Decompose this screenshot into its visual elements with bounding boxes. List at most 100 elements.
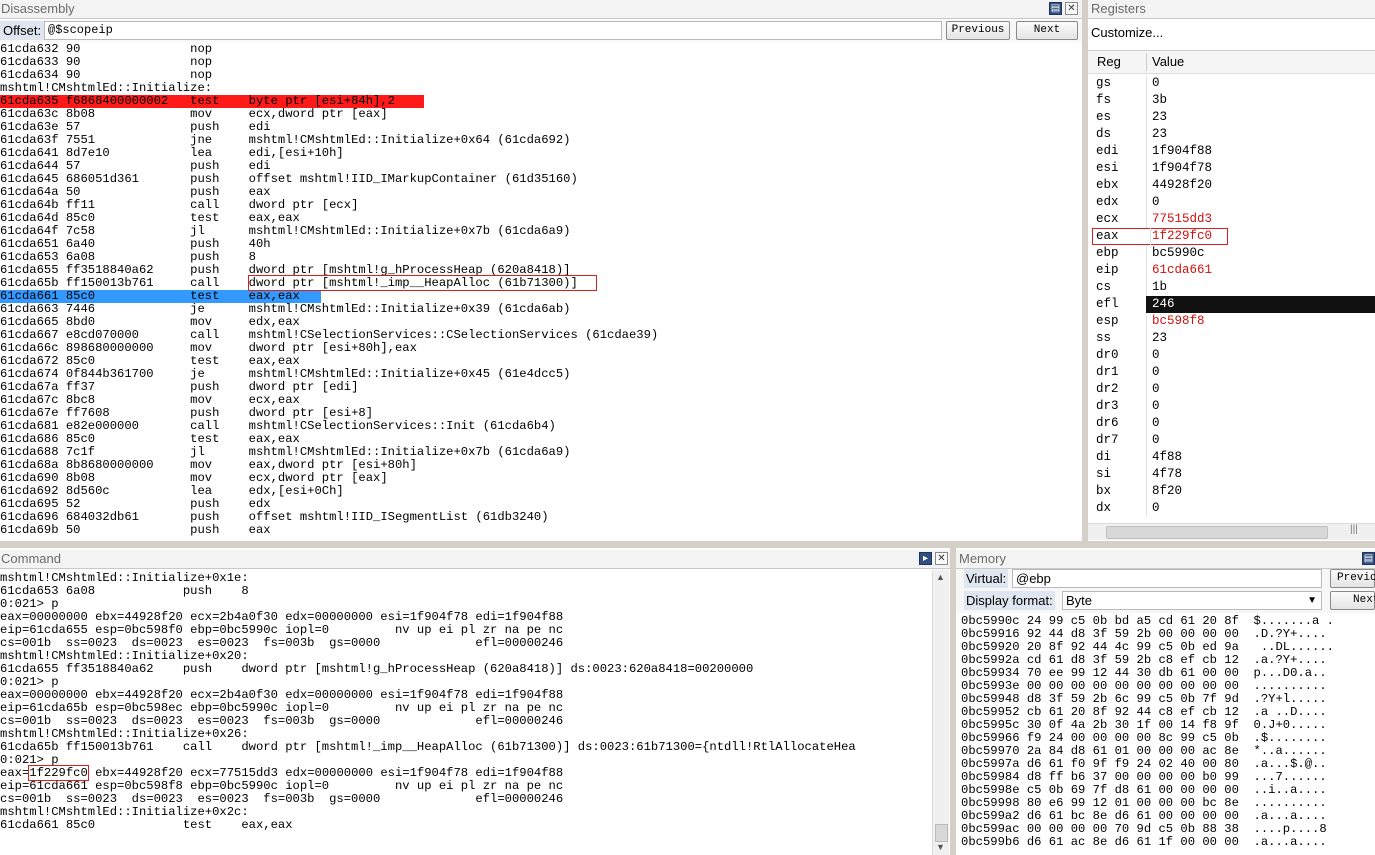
disasm-address-bytes-mnemonic: 61cda64a 50 push [0,185,249,199]
scroll-thumb[interactable] [935,824,948,842]
customize-button[interactable]: Customize... [1091,25,1163,40]
previous-button[interactable]: Previous [946,21,1010,40]
register-value[interactable]: 1f904f78 [1152,160,1212,177]
register-value[interactable]: 4f78 [1152,466,1182,483]
register-value[interactable]: 0 [1152,347,1160,364]
column-divider [1146,347,1147,364]
virtual-address-input[interactable]: @ebp [1012,569,1322,588]
disasm-operands: mshtml!CSelectionServices::CSelectionSer… [248,328,659,342]
register-value[interactable]: 77515dd3 [1152,211,1212,228]
registers-hscrollbar[interactable]: ||| [1088,523,1375,540]
close-icon[interactable]: ✕ [935,552,948,565]
register-value[interactable]: 23 [1152,126,1167,143]
scroll-thumb[interactable] [1106,526,1328,539]
register-row[interactable]: ds 23 [1088,126,1375,143]
register-value[interactable]: bc5990c [1152,245,1205,262]
next-button[interactable]: Next [1330,591,1375,610]
register-row[interactable]: edx 0 [1088,194,1375,211]
offset-input[interactable]: @$scopeip [44,21,942,40]
register-value[interactable]: 3b [1152,92,1167,109]
disasm-operands: eax,eax [248,354,300,368]
register-name: esi [1096,161,1119,175]
register-name: dr7 [1096,433,1119,447]
register-value[interactable]: 23 [1152,330,1167,347]
register-row[interactable]: ebx 44928f20 [1088,177,1375,194]
register-value[interactable]: 0 [1152,398,1160,415]
register-value[interactable]: 8f20 [1152,483,1182,500]
register-value[interactable]: 1b [1152,279,1167,296]
register-value[interactable]: bc598f8 [1152,313,1205,330]
previous-button[interactable]: Previo [1330,569,1375,588]
register-row[interactable]: esi 1f904f78 [1088,160,1375,177]
register-row[interactable]: ecx 77515dd3 [1088,211,1375,228]
register-value[interactable]: 0 [1152,415,1160,432]
disassembly-listing[interactable]: 61cda632 90 nop 61cda633 90 nop 61cda634… [0,43,1080,538]
register-row[interactable]: ss 23 [1088,330,1375,347]
register-value[interactable]: 0 [1152,364,1160,381]
command-vscrollbar[interactable]: ▲ ▼ [932,570,949,855]
register-row[interactable]: fs 3b [1088,92,1375,109]
register-row[interactable]: eax 1f229fc0 [1092,228,1228,245]
disasm-operands: mshtml!CMshtmlEd::Initialize+0x39 (61cda… [248,302,571,316]
register-row[interactable]: cs 1b [1088,279,1375,296]
scroll-down-icon[interactable]: ▼ [936,842,945,852]
register-name: es [1096,110,1112,124]
register-row[interactable]: si 4f78 [1088,466,1375,483]
register-value[interactable]: 23 [1152,109,1167,126]
disasm-operands: dword ptr [mshtml!g_hProcessHeap (620a84… [248,263,571,277]
display-format-value: Byte [1066,593,1093,608]
register-row[interactable]: dr1 0 [1088,364,1375,381]
register-row[interactable]: ebp bc5990c [1088,245,1375,262]
command-output[interactable]: mshtml!CMshtmlEd::Initialize+0x1e: 61cda6… [0,572,932,855]
register-value[interactable]: 0 [1152,381,1160,398]
column-divider [1146,483,1147,500]
disasm-address-bytes-mnemonic: 61cda64d 85c0 test [0,211,249,225]
register-row[interactable]: dr3 0 [1088,398,1375,415]
register-value[interactable]: 44928f20 [1152,177,1212,194]
register-row[interactable]: bx 8f20 [1088,483,1375,500]
register-row[interactable]: dr7 0 [1088,432,1375,449]
window-menu-icon[interactable]: ▸ [919,552,932,565]
column-divider [1146,381,1147,398]
register-row[interactable]: edi 1f904f88 [1088,143,1375,160]
memory-dump[interactable]: 0bc5990c 24 99 c5 0b bd a5 cd 61 20 8f $… [961,615,1373,855]
register-row[interactable]: di 4f88 [1088,449,1375,466]
register-value[interactable]: 1f904f88 [1152,143,1212,160]
disasm-operands: mshtml!CMshtmlEd::Initialize+0x7b (61cda… [248,224,571,238]
register-name: gs [1096,76,1112,90]
register-row[interactable]: dx 0 [1088,500,1375,517]
window-menu-icon[interactable]: ▤ [1049,2,1062,15]
register-value[interactable]: 246 [1146,296,1375,313]
next-button[interactable]: Next [1016,21,1078,40]
register-value[interactable]: 0 [1152,194,1160,211]
register-row[interactable]: efl 246 [1088,296,1375,313]
register-name: dr6 [1096,416,1119,430]
scroll-up-icon[interactable]: ▲ [936,572,945,582]
register-row[interactable]: gs 0 [1088,75,1375,92]
disasm-address-bytes-mnemonic: 61cda655 ff3518840a62 push [0,263,249,277]
disasm-line[interactable]: 61cda69b 50 push eax [0,524,1080,537]
register-row[interactable]: esp bc598f8 [1088,313,1375,330]
register-value[interactable]: 4f88 [1152,449,1182,466]
register-value[interactable]: 0 [1152,75,1160,92]
register-name: eip [1096,263,1119,277]
register-value[interactable]: 61cda661 [1152,262,1212,279]
register-row[interactable]: eip 61cda661 [1088,262,1375,279]
register-row[interactable]: dr0 0 [1088,347,1375,364]
col-reg-header[interactable]: Reg [1097,51,1121,73]
disasm-address-bytes-mnemonic: 61cda63f 7551 jne [0,133,249,147]
col-value-header[interactable]: Value [1152,51,1184,73]
memory-row: 0bc599b6 d6 61 ac 8e d6 61 1f 00 00 00 .… [961,835,1327,849]
disasm-address-bytes-mnemonic: 61cda63e 57 push [0,120,249,134]
register-value[interactable]: 1f229fc0 [1152,228,1212,245]
register-row[interactable]: es 23 [1088,109,1375,126]
register-row[interactable]: dr6 0 [1088,415,1375,432]
register-value[interactable]: 0 [1152,432,1160,449]
display-format-select[interactable]: Byte ▼ [1062,591,1322,610]
header-divider[interactable] [1146,53,1147,71]
register-value[interactable]: 0 [1152,500,1160,517]
register-row[interactable]: dr2 0 [1088,381,1375,398]
close-icon[interactable]: ✕ [1065,2,1078,15]
horizontal-splitter[interactable] [0,541,1375,548]
window-menu-icon[interactable]: ▤ [1362,552,1375,565]
